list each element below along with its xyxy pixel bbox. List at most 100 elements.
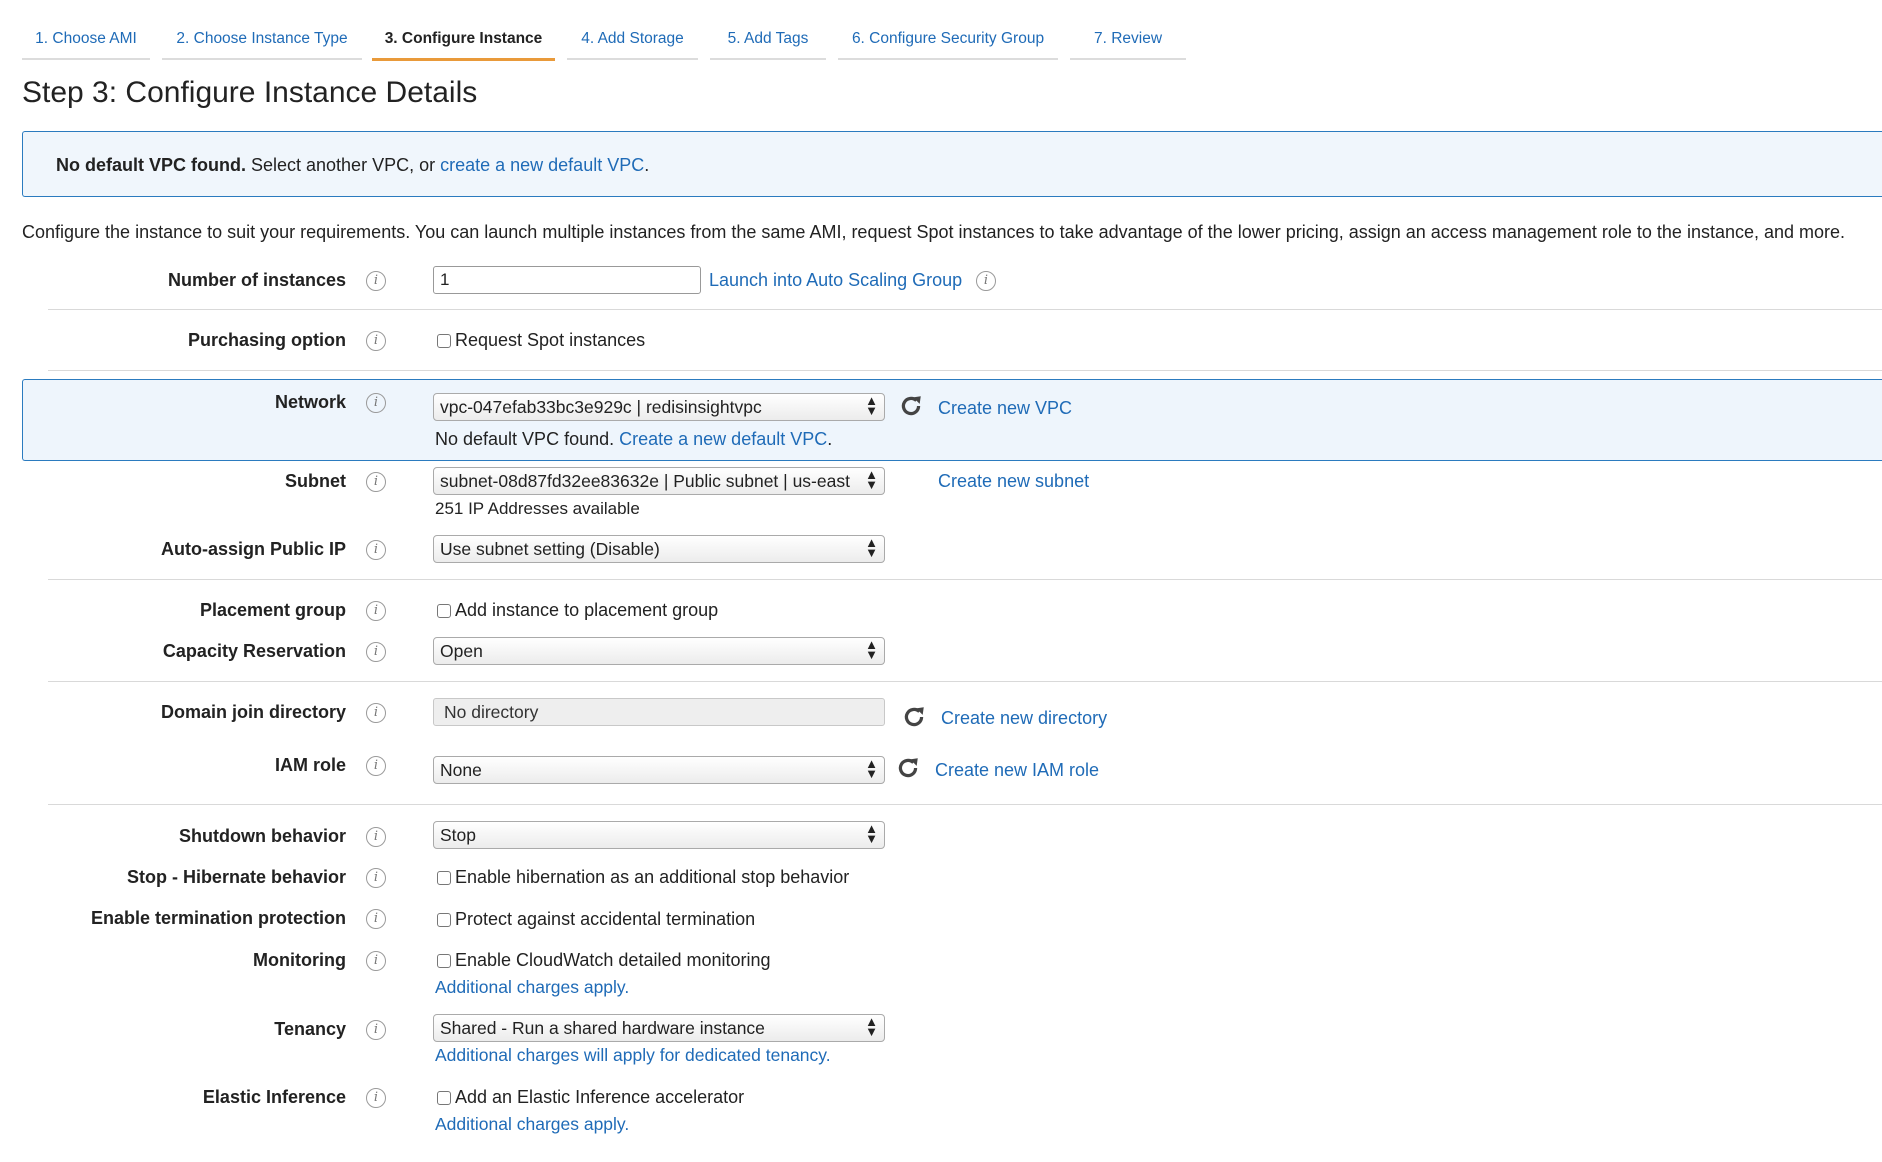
inference-row: Add an Elastic Inference accelerator bbox=[437, 1087, 744, 1108]
iam-label: IAM role bbox=[274, 755, 346, 775]
create-new-subnet-link[interactable]: Create new subnet bbox=[938, 471, 1089, 492]
hibernate-row: Enable hibernation as an additional stop… bbox=[437, 867, 849, 888]
info-icon[interactable]: i bbox=[366, 271, 386, 291]
launch-auto-scaling-link[interactable]: Launch into Auto Scaling Group bbox=[709, 270, 962, 291]
termination-checkbox-label: Protect against accidental termination bbox=[455, 909, 756, 929]
public-ip-label: Auto-assign Public IP bbox=[160, 539, 346, 559]
info-icon[interactable]: i bbox=[976, 271, 996, 291]
subnet-select-value: subnet-08d87fd32ee83632e | Public subnet… bbox=[440, 471, 850, 491]
tab-review[interactable]: 7. Review bbox=[1070, 30, 1186, 60]
info-icon[interactable]: i bbox=[366, 1020, 386, 1040]
info-icon[interactable]: i bbox=[366, 951, 386, 971]
info-icon[interactable]: i bbox=[366, 909, 386, 929]
alert-tail: . bbox=[644, 155, 650, 175]
tenancy-charges-link[interactable]: Additional charges will apply for dedica… bbox=[435, 1045, 831, 1066]
termination-row: Protect against accidental termination bbox=[437, 909, 755, 930]
inference-checkbox[interactable] bbox=[437, 1091, 451, 1105]
network-label: Network bbox=[274, 392, 346, 412]
info-icon[interactable]: i bbox=[366, 472, 386, 492]
capacity-label: Capacity Reservation bbox=[162, 641, 346, 661]
updown-arrow-icon: ▲ ▼ bbox=[865, 821, 878, 846]
divider bbox=[48, 579, 1882, 580]
info-icon[interactable]: i bbox=[366, 703, 386, 723]
subnet-ip-count: 251 IP Addresses available bbox=[435, 499, 640, 518]
domain-directory-field: No directory bbox=[433, 698, 885, 726]
create-new-iam-role-link[interactable]: Create new IAM role bbox=[935, 760, 1099, 781]
info-icon[interactable]: i bbox=[366, 601, 386, 621]
alert-text: Select another VPC, or bbox=[245, 155, 441, 175]
placement-row: Add instance to placement group bbox=[437, 600, 718, 621]
updown-arrow-icon: ▲ ▼ bbox=[865, 756, 878, 781]
termination-label: Enable termination protection bbox=[90, 908, 346, 928]
tab-add-tags[interactable]: 5. Add Tags bbox=[710, 30, 826, 60]
network-note-text: No default VPC found. bbox=[435, 429, 620, 449]
info-icon[interactable]: i bbox=[366, 393, 386, 413]
create-default-vpc-link[interactable]: Create a new default VPC bbox=[619, 429, 827, 449]
domain-label: Domain join directory bbox=[160, 702, 346, 722]
tab-choose-instance-type[interactable]: 2. Choose Instance Type bbox=[162, 30, 362, 60]
tab-choose-ami[interactable]: 1. Choose AMI bbox=[22, 30, 150, 60]
capacity-select[interactable]: Open ▲ ▼ bbox=[433, 637, 885, 665]
refresh-icon[interactable] bbox=[898, 393, 924, 419]
tenancy-select-value: Shared - Run a shared hardware instance bbox=[440, 1018, 765, 1038]
shutdown-label: Shutdown behavior bbox=[178, 826, 346, 846]
create-default-vpc-link[interactable]: create a new default VPC bbox=[440, 155, 644, 175]
subnet-select[interactable]: subnet-08d87fd32ee83632e | Public subnet… bbox=[433, 467, 885, 495]
tenancy-label: Tenancy bbox=[274, 1019, 346, 1039]
monitoring-checkbox[interactable] bbox=[437, 954, 451, 968]
info-icon[interactable]: i bbox=[366, 1088, 386, 1108]
updown-arrow-icon: ▲ ▼ bbox=[865, 535, 878, 560]
tenancy-select[interactable]: Shared - Run a shared hardware instance … bbox=[433, 1014, 885, 1042]
tab-configure-instance[interactable]: 3. Configure Instance bbox=[372, 30, 555, 61]
shutdown-select-value: Stop bbox=[440, 825, 476, 845]
hibernate-checkbox[interactable] bbox=[437, 871, 451, 885]
tab-add-storage[interactable]: 4. Add Storage bbox=[567, 30, 698, 60]
inference-label: Elastic Inference bbox=[202, 1087, 346, 1107]
no-default-vpc-alert: No default VPC found. Select another VPC… bbox=[22, 131, 1882, 197]
monitoring-row: Enable CloudWatch detailed monitoring bbox=[437, 950, 771, 971]
hibernate-label: Stop - Hibernate behavior bbox=[126, 867, 346, 887]
request-spot-label: Request Spot instances bbox=[455, 330, 646, 350]
page-title: Step 3: Configure Instance Details bbox=[22, 76, 478, 109]
info-icon[interactable]: i bbox=[366, 642, 386, 662]
refresh-icon[interactable] bbox=[901, 704, 927, 730]
request-spot-checkbox[interactable] bbox=[437, 334, 451, 348]
updown-arrow-icon: ▲ ▼ bbox=[865, 1014, 878, 1039]
network-select-value: vpc-047efab33bc3e929c | redisinsightvpc bbox=[440, 397, 762, 417]
intro-text: Configure the instance to suit your requ… bbox=[22, 222, 1846, 242]
domain-directory-value: No directory bbox=[444, 702, 539, 722]
hibernate-checkbox-label: Enable hibernation as an additional stop… bbox=[455, 867, 850, 887]
divider bbox=[48, 681, 1882, 682]
iam-role-select[interactable]: None ▲ ▼ bbox=[433, 756, 885, 784]
monitoring-label: Monitoring bbox=[253, 950, 346, 970]
monitoring-charges-link[interactable]: Additional charges apply. bbox=[435, 977, 629, 998]
network-select[interactable]: vpc-047efab33bc3e929c | redisinsightvpc … bbox=[433, 393, 885, 421]
info-icon[interactable]: i bbox=[366, 331, 386, 351]
divider bbox=[48, 804, 1882, 805]
shutdown-select[interactable]: Stop ▲ ▼ bbox=[433, 821, 885, 849]
create-new-vpc-link[interactable]: Create new VPC bbox=[938, 398, 1072, 419]
request-spot-row: Request Spot instances bbox=[437, 330, 645, 351]
info-icon[interactable]: i bbox=[366, 540, 386, 560]
alert-bold-text: No default VPC found. bbox=[56, 155, 246, 175]
termination-checkbox[interactable] bbox=[437, 913, 451, 927]
tab-configure-security-group[interactable]: 6. Configure Security Group bbox=[838, 30, 1058, 60]
number-of-instances-input[interactable] bbox=[433, 266, 701, 294]
refresh-icon[interactable] bbox=[895, 755, 921, 781]
network-note-tail: . bbox=[827, 429, 833, 449]
network-note: No default VPC found. Create a new defau… bbox=[435, 429, 832, 450]
capacity-select-value: Open bbox=[440, 641, 483, 661]
placement-checkbox[interactable] bbox=[437, 604, 451, 618]
inference-charges-link[interactable]: Additional charges apply. bbox=[435, 1114, 629, 1135]
updown-arrow-icon: ▲ ▼ bbox=[865, 637, 878, 662]
monitoring-checkbox-label: Enable CloudWatch detailed monitoring bbox=[455, 950, 771, 970]
info-icon[interactable]: i bbox=[366, 868, 386, 888]
divider bbox=[48, 309, 1882, 310]
info-icon[interactable]: i bbox=[366, 756, 386, 776]
info-icon[interactable]: i bbox=[366, 827, 386, 847]
purchasing-label: Purchasing option bbox=[187, 330, 346, 350]
placement-checkbox-label: Add instance to placement group bbox=[455, 600, 719, 620]
inference-checkbox-label: Add an Elastic Inference accelerator bbox=[455, 1087, 745, 1107]
public-ip-select[interactable]: Use subnet setting (Disable) ▲ ▼ bbox=[433, 535, 885, 563]
create-new-directory-link[interactable]: Create new directory bbox=[941, 708, 1107, 729]
